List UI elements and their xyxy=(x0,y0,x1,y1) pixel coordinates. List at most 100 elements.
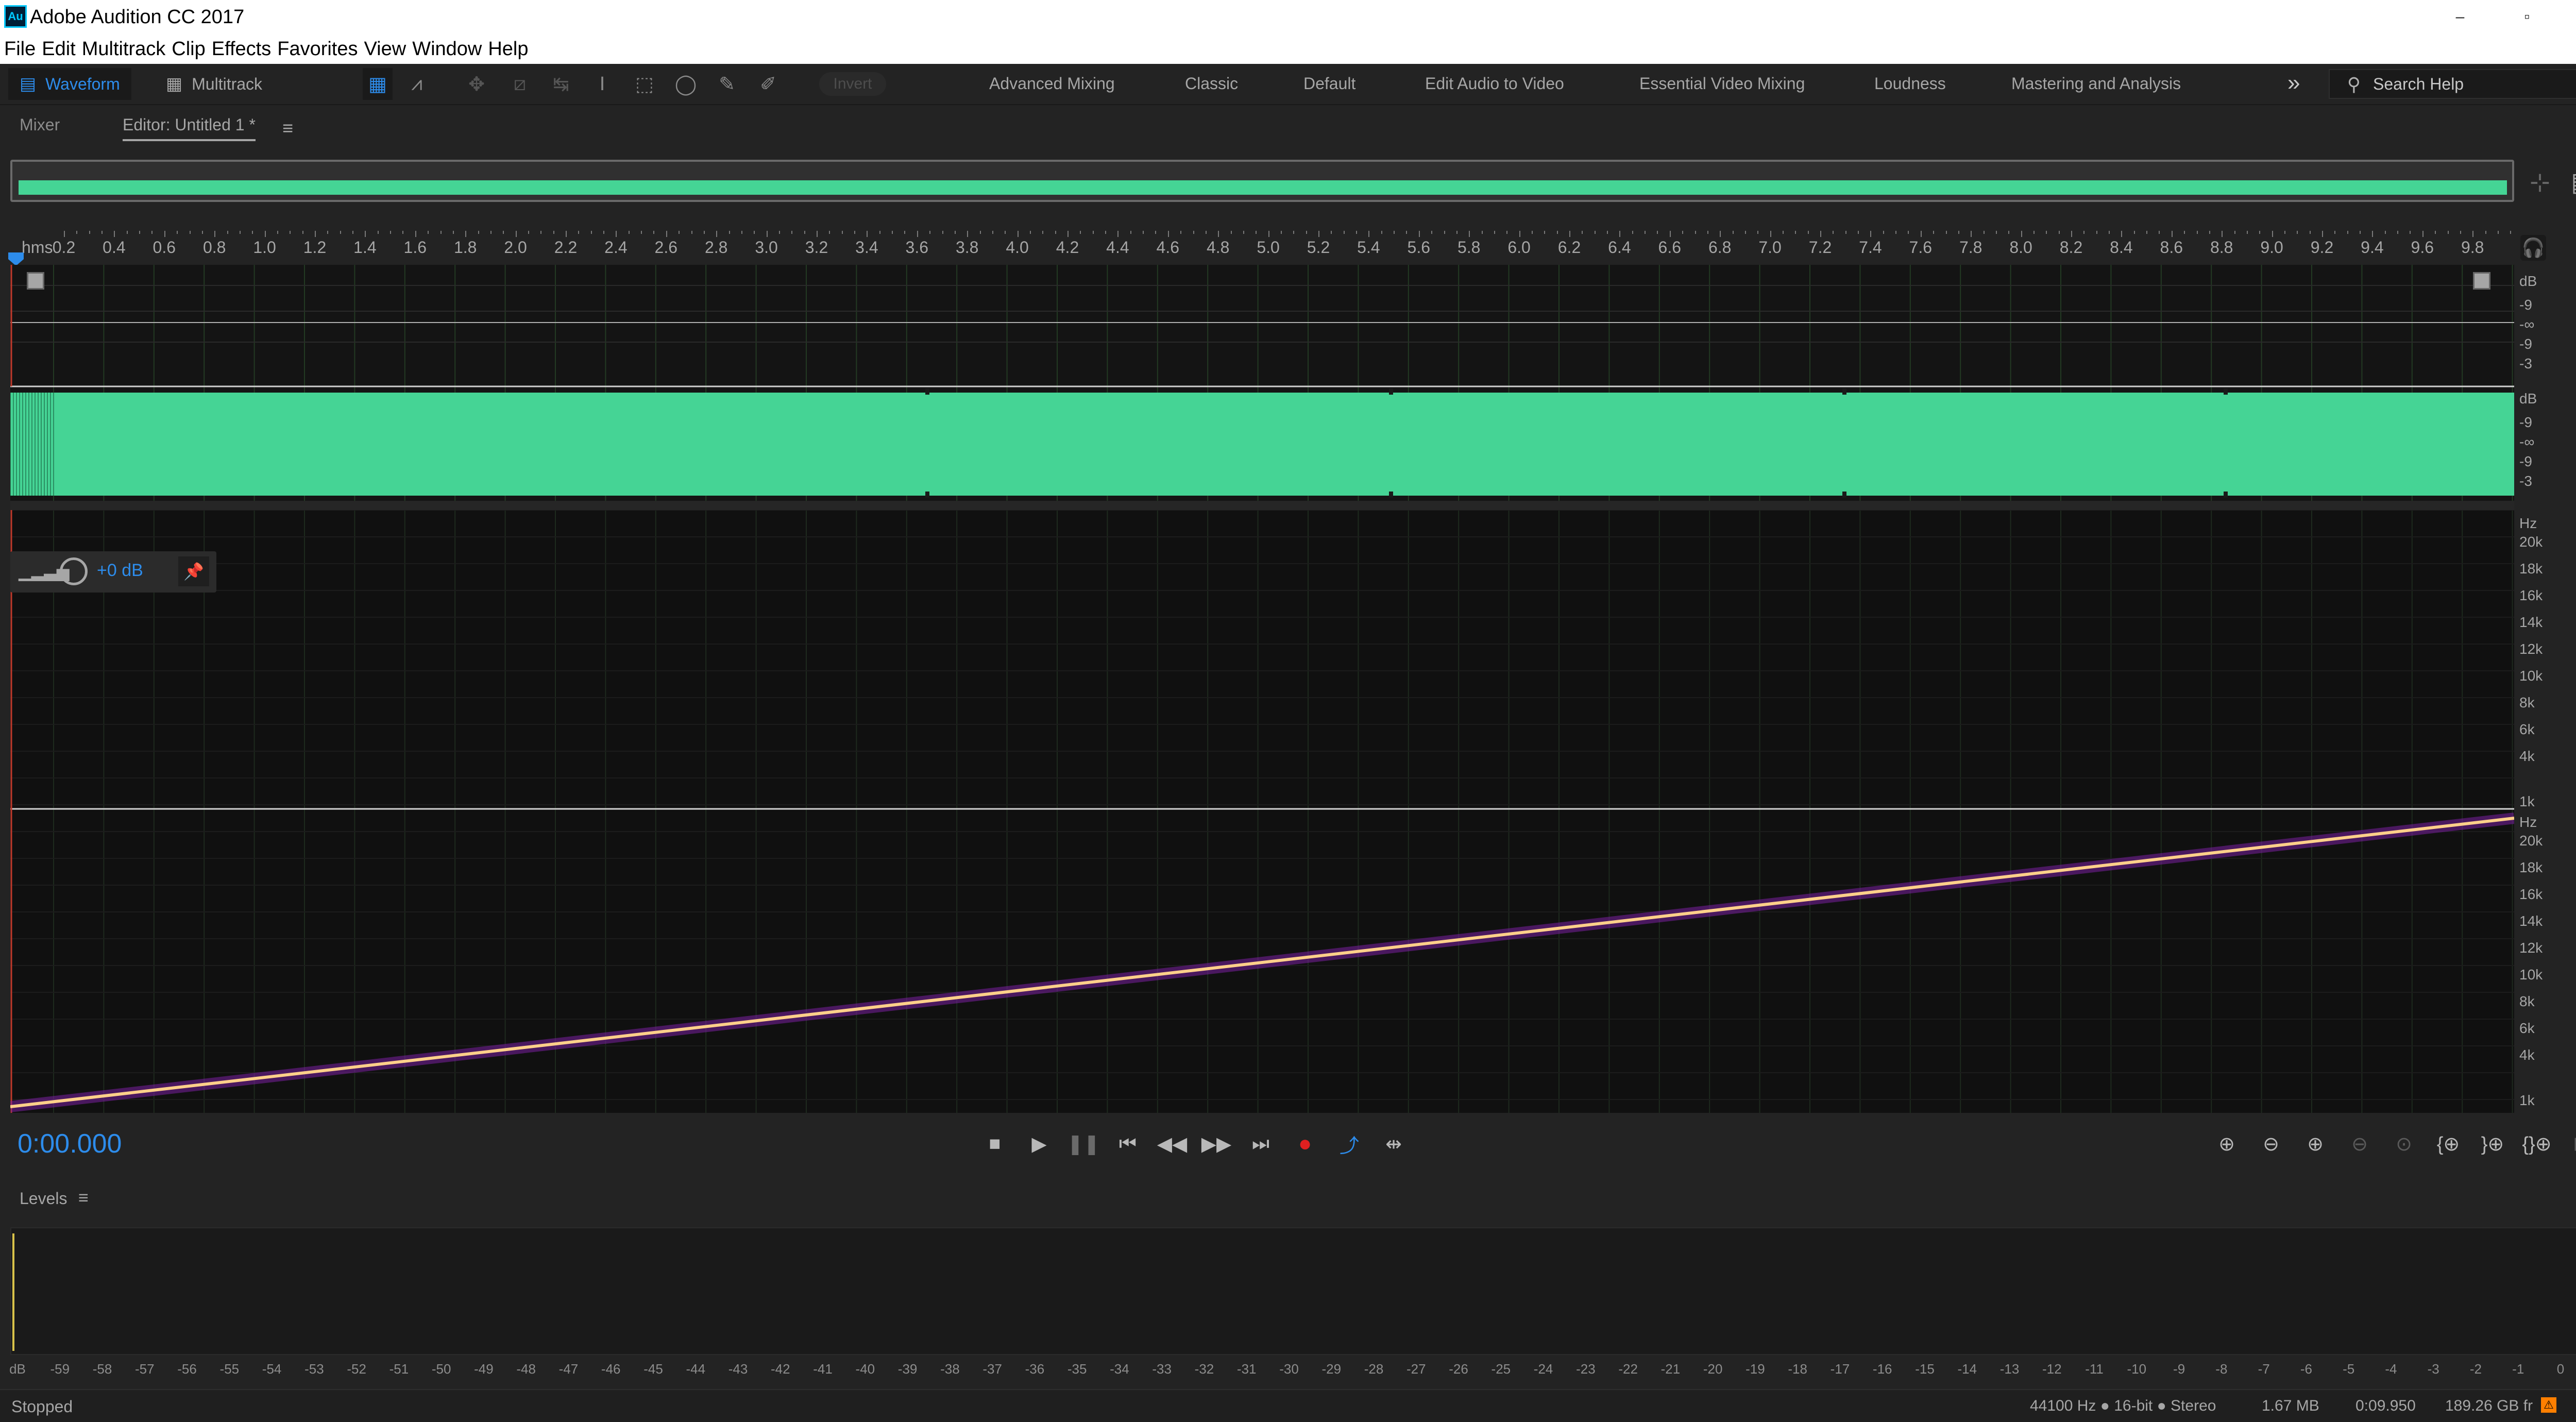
ruler-minor-tick xyxy=(1481,231,1483,234)
ruler-minor-tick xyxy=(1845,231,1846,234)
move-playhead-to-previous-icon[interactable]: ⏮ xyxy=(1110,1127,1146,1160)
ruler-tick xyxy=(1117,231,1119,237)
play-icon[interactable]: ▶ xyxy=(1021,1127,1057,1160)
menu-effects[interactable]: Effects xyxy=(212,38,271,60)
workspace-default[interactable]: Default xyxy=(1303,74,1355,93)
ruler-minor-tick xyxy=(327,231,329,234)
levels-scale-label: -36 xyxy=(1025,1361,1045,1377)
spectral-divider[interactable] xyxy=(10,501,2514,510)
workspace-mastering-and-analysis[interactable]: Mastering and Analysis xyxy=(2011,74,2181,93)
time-selection-tool-icon[interactable]: I xyxy=(587,68,617,100)
levels-menu-icon[interactable]: ≡ xyxy=(78,1188,89,1208)
menu-help[interactable]: Help xyxy=(488,38,528,60)
lasso-selection-tool-icon[interactable]: ◯ xyxy=(671,68,701,100)
fast-forward-icon[interactable]: ▶▶ xyxy=(1198,1127,1234,1160)
zoom-in-at-out-point-icon[interactable]: }⊕ xyxy=(2472,1127,2513,1160)
rewind-icon[interactable]: ◀◀ xyxy=(1154,1127,1190,1160)
hz-label: 18k xyxy=(2519,859,2543,875)
waveform-view-icon: ▤ xyxy=(20,74,37,94)
levels-panel-title[interactable]: Levels xyxy=(20,1189,67,1208)
ruler-tick xyxy=(566,231,567,237)
workspace-essential-video-mixing[interactable]: Essential Video Mixing xyxy=(1639,74,1805,93)
stop-icon[interactable]: ■ xyxy=(977,1127,1013,1160)
slip-tool-icon[interactable]: ↹ xyxy=(546,68,576,100)
gain-value[interactable]: +0 dB xyxy=(97,561,143,581)
ruler-minor-tick xyxy=(603,231,605,234)
zoom-selected-tracks-icon[interactable]: ⊡ xyxy=(2561,1127,2576,1160)
levels-scale-label: -53 xyxy=(304,1361,324,1377)
zoom-navigator-icon[interactable]: ⊹ xyxy=(2530,168,2550,197)
zoom-in-amplitude-icon[interactable]: ⊕ xyxy=(2206,1127,2247,1160)
more-workspaces-icon[interactable]: » xyxy=(2287,70,2300,96)
waveform-view-tab[interactable]: ▤ Waveform xyxy=(8,68,131,100)
menu-edit[interactable]: Edit xyxy=(42,38,75,60)
waveform-editor[interactable] xyxy=(10,265,2514,501)
time-display[interactable]: 0:00.000 xyxy=(18,1128,122,1159)
marquee-selection-tool-icon[interactable]: ⬚ xyxy=(630,68,659,100)
menu-multitrack[interactable]: Multitrack xyxy=(82,38,166,60)
zoom-in-at-in-point-icon[interactable]: {⊕ xyxy=(2428,1127,2469,1160)
invert-button[interactable]: Invert xyxy=(819,72,886,96)
zoom-to-selection-icon[interactable]: {}⊕ xyxy=(2516,1127,2557,1160)
ruler-minor-tick xyxy=(390,231,392,234)
time-ruler[interactable]: hms 0.2 0.4 0.6 0.8 1.0 1.2 1.4 1.6 1.8 2.0 2.2 2.4… xyxy=(10,231,2514,263)
loop-playback-icon[interactable]: ⤴ xyxy=(1331,1127,1367,1160)
gain-hud[interactable]: ▁▂▃▅ +0 dB 📌 xyxy=(10,551,216,592)
ruler-minor-tick xyxy=(879,231,880,234)
warning-icon[interactable]: ⚠ xyxy=(2541,1397,2556,1413)
ruler-tick xyxy=(867,231,868,237)
tab-editor[interactable]: Editor: Untitled 1 * xyxy=(123,115,256,141)
search-help-box[interactable]: ⚲ xyxy=(2329,69,2576,99)
ruler-tick xyxy=(1619,231,1621,237)
maximize-button[interactable]: ▫ xyxy=(2499,0,2555,34)
pause-icon[interactable]: ❚❚ xyxy=(1065,1127,1101,1160)
pitch-display-toggle-icon[interactable]: ⩘ xyxy=(402,68,432,100)
pin-hud-icon[interactable]: 📌 xyxy=(178,556,209,586)
razor-tool-icon[interactable]: ⧄ xyxy=(505,68,535,100)
workspace-edit-audio-to-video[interactable]: Edit Audio to Video xyxy=(1425,74,1564,93)
zoom-in-time-icon[interactable]: ⊕ xyxy=(2295,1127,2336,1160)
menu-view[interactable]: View xyxy=(364,38,406,60)
move-tool-icon[interactable]: ✥ xyxy=(462,68,492,100)
menu-file[interactable]: File xyxy=(4,38,36,60)
menu-window[interactable]: Window xyxy=(412,38,482,60)
search-help-input[interactable] xyxy=(2373,74,2576,94)
tab-mixer[interactable]: Mixer xyxy=(20,115,60,141)
ruler-minor-tick xyxy=(227,231,228,234)
workspace-loudness[interactable]: Loudness xyxy=(1874,74,1946,93)
fade-in-handle-icon[interactable] xyxy=(27,272,44,290)
record-icon[interactable]: ● xyxy=(1287,1127,1323,1160)
panel-menu-icon[interactable]: ≡ xyxy=(282,117,293,139)
fade-out-handle-icon[interactable] xyxy=(2473,272,2490,290)
menu-favorites[interactable]: Favorites xyxy=(277,38,358,60)
multitrack-view-tab[interactable]: ▦ Multitrack xyxy=(155,68,274,100)
move-playhead-to-next-icon[interactable]: ⏭ xyxy=(1243,1127,1279,1160)
spectral-display-toggle-icon[interactable]: ▦ xyxy=(363,68,393,100)
ruler-tick xyxy=(465,231,467,237)
overview-navigator[interactable] xyxy=(10,160,2514,202)
ruler-minor-tick xyxy=(1531,231,1533,234)
ruler-tick-label: 1.0 xyxy=(253,238,276,257)
minimize-button[interactable]: – xyxy=(2432,0,2488,34)
menu-clip[interactable]: Clip xyxy=(172,38,205,60)
workspace-classic[interactable]: Classic xyxy=(1185,74,1238,93)
gain-knob[interactable] xyxy=(60,557,88,585)
zoom-out-full-icon[interactable]: ⊙ xyxy=(2383,1127,2425,1160)
display-options-icon[interactable]: ▤ xyxy=(2571,167,2576,197)
zoom-out-time-icon[interactable]: ⊖ xyxy=(2339,1127,2380,1160)
close-button[interactable]: ✕ xyxy=(2571,0,2576,34)
skip-selection-icon[interactable]: ⇹ xyxy=(1376,1127,1412,1160)
ruler-tick xyxy=(1770,231,1771,237)
ruler-minor-tick xyxy=(428,231,429,234)
zoom-out-amplitude-icon[interactable]: ⊖ xyxy=(2250,1127,2292,1160)
ruler-minor-tick xyxy=(1682,231,1684,234)
workspace-advanced-mixing[interactable]: Advanced Mixing xyxy=(989,74,1115,93)
levels-scale-label: -31 xyxy=(1236,1361,1257,1377)
brush-selection-tool-icon[interactable]: ✎ xyxy=(712,68,742,100)
headphones-icon[interactable]: 🎧 xyxy=(2520,235,2546,261)
spectral-frequency-display[interactable] xyxy=(10,510,2514,1113)
multitrack-view-icon: ▦ xyxy=(166,74,183,94)
playhead-marker[interactable] xyxy=(8,252,24,266)
ruler-tick-label: 3.6 xyxy=(905,238,929,257)
spot-healing-brush-icon[interactable]: ✐ xyxy=(753,68,783,100)
